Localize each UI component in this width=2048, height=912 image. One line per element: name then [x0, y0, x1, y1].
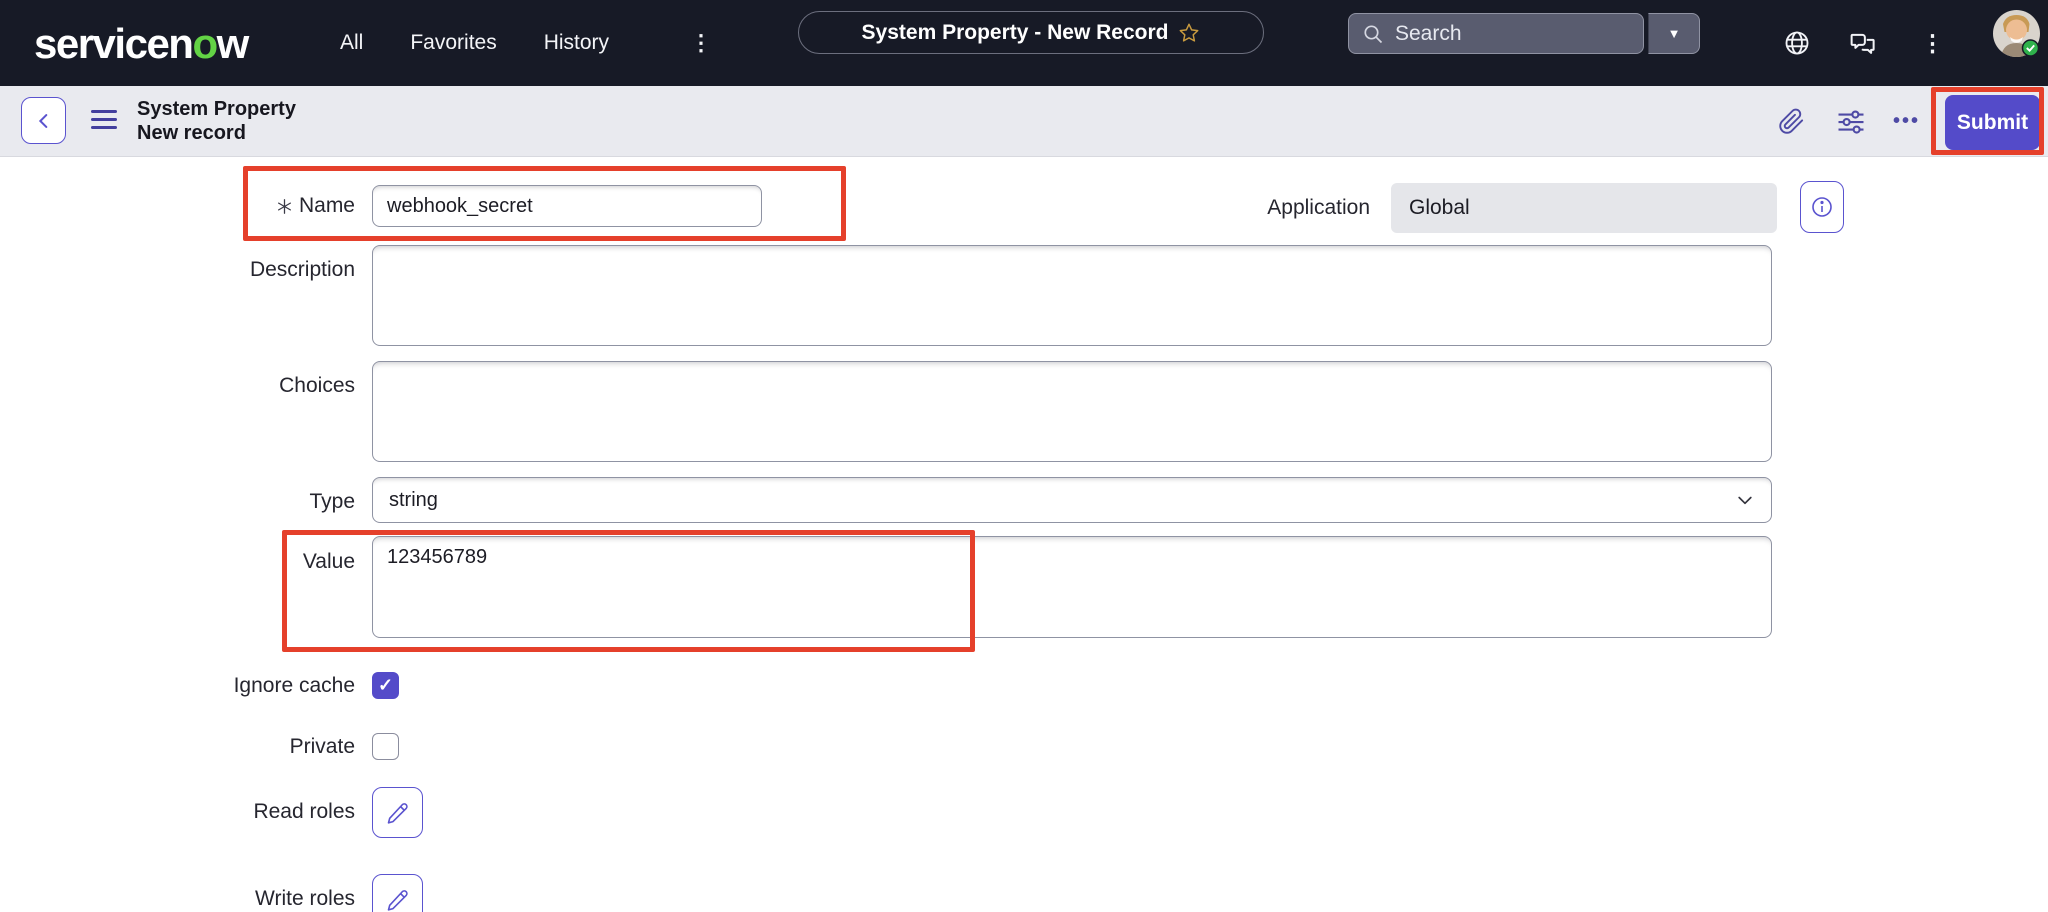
choices-field-label: Choices — [135, 374, 355, 398]
application-info-button[interactable] — [1800, 181, 1844, 233]
top-nav-menu: All Favorites History — [340, 0, 609, 86]
search-icon — [1361, 22, 1385, 46]
favorite-star-icon[interactable] — [1178, 22, 1200, 44]
chevron-down-icon — [1735, 490, 1755, 510]
private-checkbox[interactable]: ✓ — [372, 733, 399, 760]
chat-icon[interactable] — [1848, 0, 1878, 86]
attachment-paperclip-icon[interactable] — [1778, 86, 1805, 157]
nav-item-favorites[interactable]: Favorites — [410, 31, 496, 55]
nav-more-kebab-icon[interactable]: ⋮ — [690, 0, 712, 86]
submit-button[interactable]: Submit — [1945, 95, 2040, 150]
private-label: Private — [135, 735, 355, 759]
name-field-label: Name — [135, 194, 355, 218]
description-field-label: Description — [135, 258, 355, 282]
more-actions-ellipsis-icon[interactable]: ••• — [1893, 86, 1920, 157]
servicenow-app: servicenow All Favorites History ⋮ Syste… — [0, 0, 2048, 912]
back-button[interactable] — [21, 97, 66, 144]
application-field-label: Application — [1150, 196, 1370, 220]
form-context-menu-icon[interactable] — [91, 110, 117, 129]
name-input[interactable] — [372, 185, 762, 227]
value-textarea[interactable]: 123456789 — [372, 536, 1772, 638]
status-online-badge — [2023, 40, 2039, 56]
pencil-icon — [386, 801, 410, 825]
search-input[interactable] — [1395, 22, 1625, 46]
checkmark-icon: ✓ — [378, 675, 393, 696]
global-search — [1348, 13, 1644, 54]
application-readonly-field: Global — [1391, 183, 1777, 233]
nav-item-all[interactable]: All — [340, 31, 363, 55]
ignore-cache-label: Ignore cache — [135, 674, 355, 698]
current-record-title: System Property - New Record — [862, 21, 1169, 45]
type-select-value: string — [389, 489, 438, 512]
logo-text: servicen — [34, 20, 192, 67]
current-record-pill[interactable]: System Property - New Record — [798, 11, 1264, 54]
top-nav-bar: servicenow All Favorites History ⋮ Syste… — [0, 0, 2048, 86]
value-field-label: Value — [135, 550, 355, 574]
description-textarea[interactable] — [372, 245, 1772, 346]
write-roles-label: Write roles — [135, 887, 355, 911]
pencil-icon — [386, 888, 410, 912]
record-title-table: System Property — [137, 97, 296, 121]
servicenow-logo[interactable]: servicenow — [34, 20, 248, 68]
globe-icon[interactable] — [1783, 0, 1811, 86]
required-icon — [277, 199, 292, 214]
type-field-label: Type — [135, 490, 355, 514]
ignore-cache-checkbox[interactable]: ✓ — [372, 672, 399, 699]
type-select[interactable]: string — [372, 477, 1772, 523]
personalize-form-sliders-icon[interactable] — [1836, 86, 1866, 157]
profile-menu-kebab-icon[interactable]: ⋮ — [1921, 0, 1944, 86]
record-title: System Property New record — [137, 97, 296, 145]
write-roles-edit-button[interactable] — [372, 874, 423, 912]
logo-green-o: o — [192, 20, 216, 67]
logo-text-end: w — [217, 20, 248, 67]
search-scope-dropdown[interactable]: ▼ — [1648, 13, 1700, 54]
nav-item-history[interactable]: History — [544, 31, 609, 55]
user-avatar[interactable] — [1993, 10, 2040, 57]
read-roles-edit-button[interactable] — [372, 787, 423, 838]
record-title-state: New record — [137, 121, 296, 145]
read-roles-label: Read roles — [135, 800, 355, 824]
record-header-bar — [0, 86, 2048, 157]
choices-textarea[interactable] — [372, 361, 1772, 462]
